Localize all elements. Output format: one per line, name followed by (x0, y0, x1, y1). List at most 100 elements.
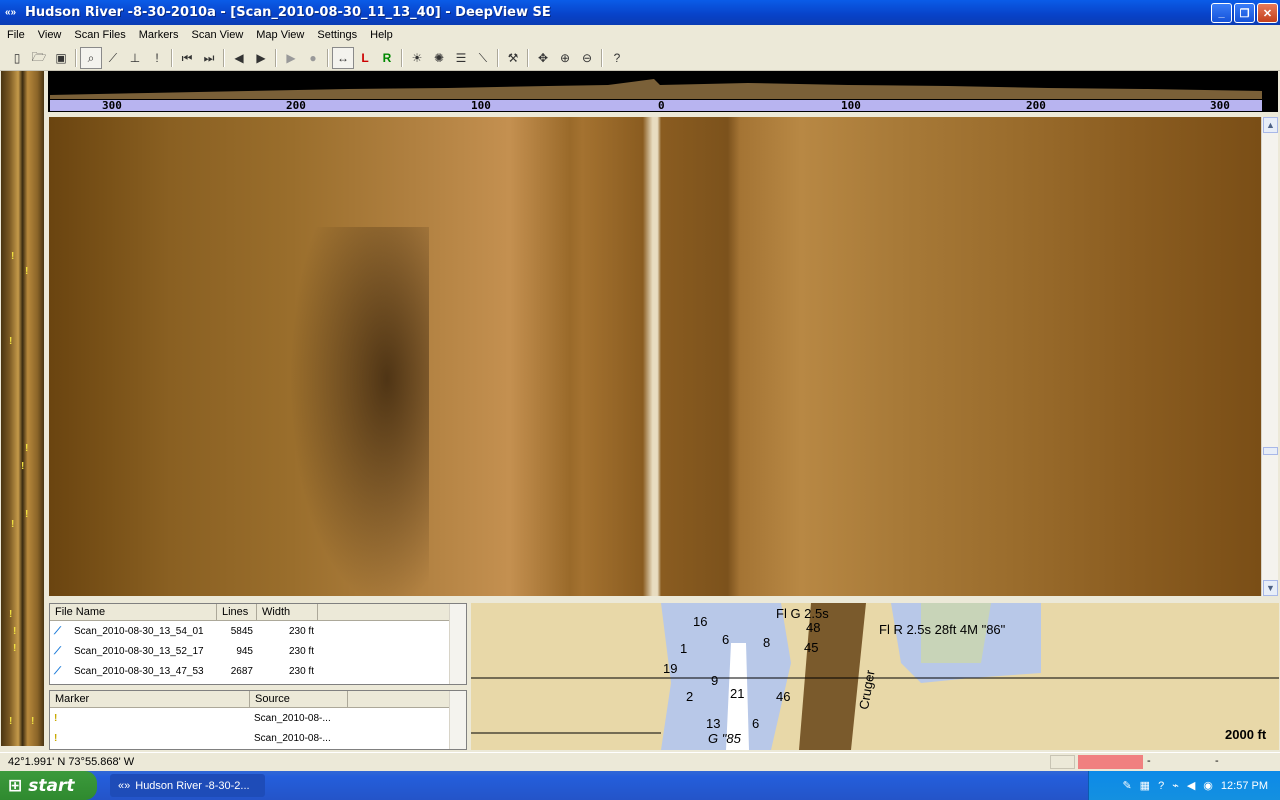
marker-icon[interactable]: ! (9, 336, 12, 347)
start-button[interactable]: ⊞ start (0, 771, 97, 800)
help-icon[interactable]: ? (606, 47, 628, 69)
marker-icon[interactable]: ! (13, 643, 16, 654)
file-width: 230 ft (288, 665, 314, 677)
menu-scan-files[interactable]: Scan Files (67, 29, 131, 41)
close-button[interactable]: ✕ (1257, 3, 1278, 23)
zoom-out-icon[interactable]: ⊖ (576, 47, 598, 69)
sonar-shadow (289, 227, 429, 596)
marker-row[interactable]: ! Scan_2010-08-... (50, 708, 466, 728)
range-icon[interactable]: ↔ (332, 47, 354, 69)
files-header: File Name Lines Width (50, 604, 466, 621)
last-file-icon[interactable]: ⏭ (198, 47, 220, 69)
open-folder-icon[interactable]: 🗁 (28, 47, 50, 69)
marker-icon[interactable]: ! (9, 716, 12, 727)
taskbar-item-deepview[interactable]: «» Hudson River -8-30-2... (110, 774, 265, 797)
marker-icon[interactable]: ! (13, 626, 16, 637)
height-icon[interactable]: ⊥ (124, 47, 146, 69)
map-label: 46 (776, 689, 791, 704)
tray-arrow-icon[interactable]: ◀ (1187, 779, 1195, 792)
minimize-button[interactable]: _ (1211, 3, 1232, 23)
ruler-scale: 300 200 100 0 100 200 300 (50, 99, 1262, 112)
ruler-label: 300 (102, 99, 122, 112)
marker-icon[interactable]: ! (11, 251, 14, 262)
scroll-up-arrow[interactable]: ▲ (1263, 117, 1278, 133)
marker-icon[interactable]: ! (25, 266, 28, 277)
windows-logo-icon: ⊞ (8, 775, 23, 796)
status-highlight (1078, 755, 1143, 769)
menu-help[interactable]: Help (363, 29, 399, 41)
scroll-down-arrow[interactable]: ▼ (1263, 580, 1278, 596)
files-scrollbar[interactable] (449, 604, 466, 684)
column-marker[interactable]: Marker (50, 691, 250, 707)
tray-network-icon[interactable]: ▦ (1140, 779, 1150, 792)
magnifier-icon[interactable]: ⌕ (80, 47, 102, 69)
column-file-name[interactable]: File Name (50, 604, 217, 620)
column-source[interactable]: Source (250, 691, 348, 707)
play-icon[interactable]: ▶ (280, 47, 302, 69)
map-label: 13 (706, 716, 721, 731)
line-icon[interactable]: ⟍ (472, 47, 494, 69)
marker-row[interactable]: ! Scan_2010-08-... (50, 728, 466, 748)
sonar-scan-view[interactable] (49, 117, 1261, 596)
marker-icon[interactable]: ! (21, 461, 24, 472)
tray-help-icon[interactable]: ? (1158, 780, 1164, 792)
map-label: 8 (763, 635, 771, 650)
nautical-chart-map[interactable]: Fl G 2.5s 48 45 16 6 8 19 1 9 21 46 2 13… (471, 603, 1279, 750)
toolbar-separator (327, 49, 329, 67)
marker-icon[interactable]: ! (31, 716, 34, 727)
file-row[interactable]: ⟋ Scan_2010-08-30_13_54_01 5845 230 ft (50, 621, 466, 641)
right-channel-icon[interactable]: R (376, 47, 398, 69)
scroll-thumb[interactable] (1263, 447, 1278, 455)
fit-icon[interactable]: ✥ (532, 47, 554, 69)
map-label: 21 (730, 686, 745, 701)
previous-icon[interactable]: ◀ (228, 47, 250, 69)
tray-tools-icon[interactable]: ✎ (1122, 779, 1131, 792)
tools-icon[interactable]: ⚒ (502, 47, 524, 69)
restore-button[interactable]: ❐ (1234, 3, 1255, 23)
menu-scan-view[interactable]: Scan View (184, 29, 249, 41)
brightness-icon[interactable]: ☀ (406, 47, 428, 69)
markers-list: Marker Source ! Scan_2010-08-... ! Scan_… (49, 690, 467, 750)
marker-icon[interactable]: ! (25, 443, 28, 454)
tray-wireless-icon[interactable]: ◉ (1203, 779, 1213, 792)
toolbar-separator (171, 49, 173, 67)
menu-file[interactable]: File (0, 29, 31, 41)
scan-file-icon: ⟋ (54, 665, 61, 677)
menu-view[interactable]: View (31, 29, 68, 41)
grid-icon[interactable]: ☰ (450, 47, 472, 69)
toolbar-separator (75, 49, 77, 67)
cursor-coordinates: 42°1.991' N 73°55.868' W (8, 756, 135, 768)
contrast-icon[interactable]: ✺ (428, 47, 450, 69)
new-file-icon[interactable]: ▯ (6, 47, 28, 69)
menu-map-view[interactable]: Map View (249, 29, 310, 41)
next-icon[interactable]: ▶ (250, 47, 272, 69)
measure-icon[interactable]: ⟋ (102, 47, 124, 69)
scan-overview-strip[interactable]: ! ! ! ! ! ! ! ! ! ! ! ! (1, 71, 44, 746)
title-bar: «» Hudson River -8-30-2010a - [Scan_2010… (0, 0, 1280, 25)
marker-icon: ! (54, 732, 58, 744)
status-segment: - (1147, 755, 1151, 767)
save-icon[interactable]: ▣ (50, 47, 72, 69)
left-channel-icon[interactable]: L (354, 47, 376, 69)
file-row[interactable]: ⟋ Scan_2010-08-30_13_52_17 945 230 ft (50, 641, 466, 661)
scan-scrollbar[interactable]: ▲ ▼ (1261, 117, 1278, 596)
app-icon: «» (5, 6, 17, 18)
tray-connection-icon[interactable]: ⌁ (1172, 779, 1179, 792)
marker-icon[interactable]: ! (9, 609, 12, 620)
zoom-in-icon[interactable]: ⊕ (554, 47, 576, 69)
first-file-icon[interactable]: ⏮ (176, 47, 198, 69)
markers-scrollbar[interactable] (449, 691, 466, 749)
status-bar: 42°1.991' N 73°55.868' W - - (0, 752, 1280, 771)
column-lines[interactable]: Lines (217, 604, 257, 620)
column-width[interactable]: Width (257, 604, 318, 620)
app-icon: «» (118, 779, 131, 792)
marker-icon[interactable]: ! (11, 519, 14, 530)
record-icon[interactable]: ● (302, 47, 324, 69)
menu-markers[interactable]: Markers (132, 29, 185, 41)
menu-settings[interactable]: Settings (310, 29, 363, 41)
marker-icon[interactable]: ! (146, 47, 168, 69)
file-row[interactable]: ⟋ Scan_2010-08-30_13_47_53 2687 230 ft (50, 661, 466, 681)
marker-icon[interactable]: ! (25, 509, 28, 520)
system-tray: ✎ ▦ ? ⌁ ◀ ◉ 12:57 PM (1088, 771, 1280, 800)
file-lines: 5845 (230, 625, 253, 637)
